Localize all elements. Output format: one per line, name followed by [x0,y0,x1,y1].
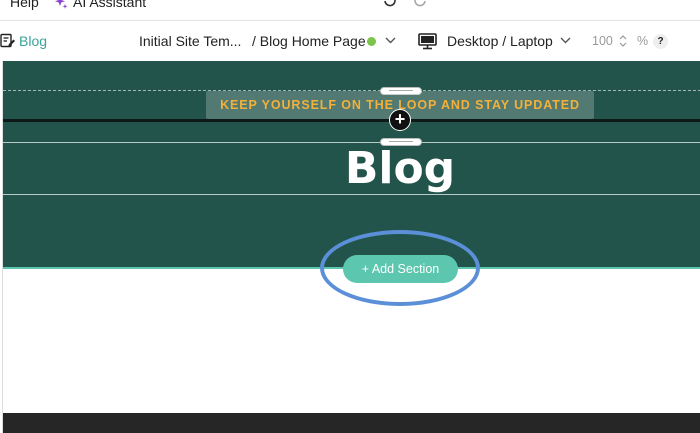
section-divider [3,119,700,122]
status-dot [367,37,376,46]
add-element-button[interactable]: + [389,109,411,131]
undo-icon[interactable] [382,0,398,11]
site-name[interactable]: Initial Site Tem... [139,21,241,61]
help-menu[interactable]: Help [10,0,39,10]
editor-toolbar: Blog Initial Site Tem... / Blog Home Pag… [0,21,700,61]
hero-title[interactable]: Blog [3,143,700,194]
zoom-input[interactable]: 100 [592,21,613,61]
zoom-stepper-icon[interactable] [619,34,627,48]
zoom-unit: % [637,34,649,48]
device-selector[interactable]: Desktop / Laptop [447,21,553,61]
chevron-down-icon[interactable] [560,37,571,44]
page-selector[interactable]: / Blog Home Page [252,21,366,61]
redo-icon[interactable] [412,0,428,11]
help-icon[interactable]: ? [653,34,668,49]
app-menubar: Help AI Assistant [0,0,700,21]
sparkle-icon [54,0,68,12]
ai-assistant-menu[interactable]: AI Assistant [73,0,146,10]
blog-edit-icon [0,33,15,49]
desktop-monitor-icon [418,33,437,50]
highlight-ring [320,230,480,306]
chevron-down-icon[interactable] [385,37,396,44]
footer-section[interactable] [3,413,700,433]
blog-tab[interactable]: Blog [19,21,47,61]
section-divider [3,194,700,195]
